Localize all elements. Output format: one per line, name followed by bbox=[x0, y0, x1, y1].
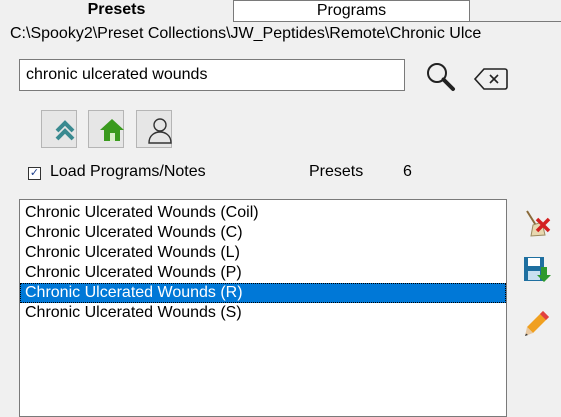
parent-folder-button[interactable] bbox=[41, 110, 77, 148]
load-programs-checkbox[interactable]: ✓ bbox=[28, 167, 41, 180]
tab-strip: Presets Programs bbox=[0, 0, 561, 22]
list-item[interactable]: Chronic Ulcerated Wounds (C) bbox=[20, 223, 506, 243]
save-preset-button[interactable] bbox=[513, 250, 551, 287]
tab-programs[interactable]: Programs bbox=[234, 0, 470, 22]
list-item[interactable]: Chronic Ulcerated Wounds (L) bbox=[20, 243, 506, 263]
magnifier-icon bbox=[422, 60, 455, 94]
load-programs-label: Load Programs/Notes bbox=[50, 163, 206, 180]
tab-presets[interactable]: Presets bbox=[0, 0, 234, 22]
list-item[interactable]: Chronic Ulcerated Wounds (P) bbox=[20, 263, 506, 283]
edit-preset-button[interactable] bbox=[513, 304, 549, 341]
list-item[interactable]: Chronic Ulcerated Wounds (S) bbox=[20, 303, 506, 323]
home-button[interactable] bbox=[88, 110, 124, 148]
backspace-icon bbox=[471, 64, 508, 94]
preset-list[interactable]: Chronic Ulcerated Wounds (Coil) Chronic … bbox=[19, 199, 507, 417]
user-icon bbox=[143, 112, 172, 148]
list-item-selected[interactable]: Chronic Ulcerated Wounds (R) bbox=[20, 283, 506, 303]
save-floppy-icon bbox=[519, 251, 551, 287]
home-icon bbox=[95, 112, 124, 148]
search-input[interactable] bbox=[19, 59, 405, 91]
broom-x-icon bbox=[519, 205, 551, 241]
presets-panel: C:\Spooky2\Preset Collections\JW_Peptide… bbox=[0, 22, 561, 417]
user-button[interactable] bbox=[136, 110, 172, 148]
list-item[interactable]: Chronic Ulcerated Wounds (Coil) bbox=[20, 203, 506, 223]
search-button[interactable] bbox=[416, 59, 455, 94]
presets-count-label: Presets bbox=[309, 163, 364, 180]
double-chevron-up-icon bbox=[48, 112, 75, 148]
pencil-icon bbox=[519, 305, 549, 341]
delete-preset-button[interactable] bbox=[513, 204, 551, 241]
clear-search-button[interactable] bbox=[465, 63, 508, 94]
presets-count-value: 6 bbox=[403, 163, 412, 180]
preset-path: C:\Spooky2\Preset Collections\JW_Peptide… bbox=[10, 25, 482, 42]
